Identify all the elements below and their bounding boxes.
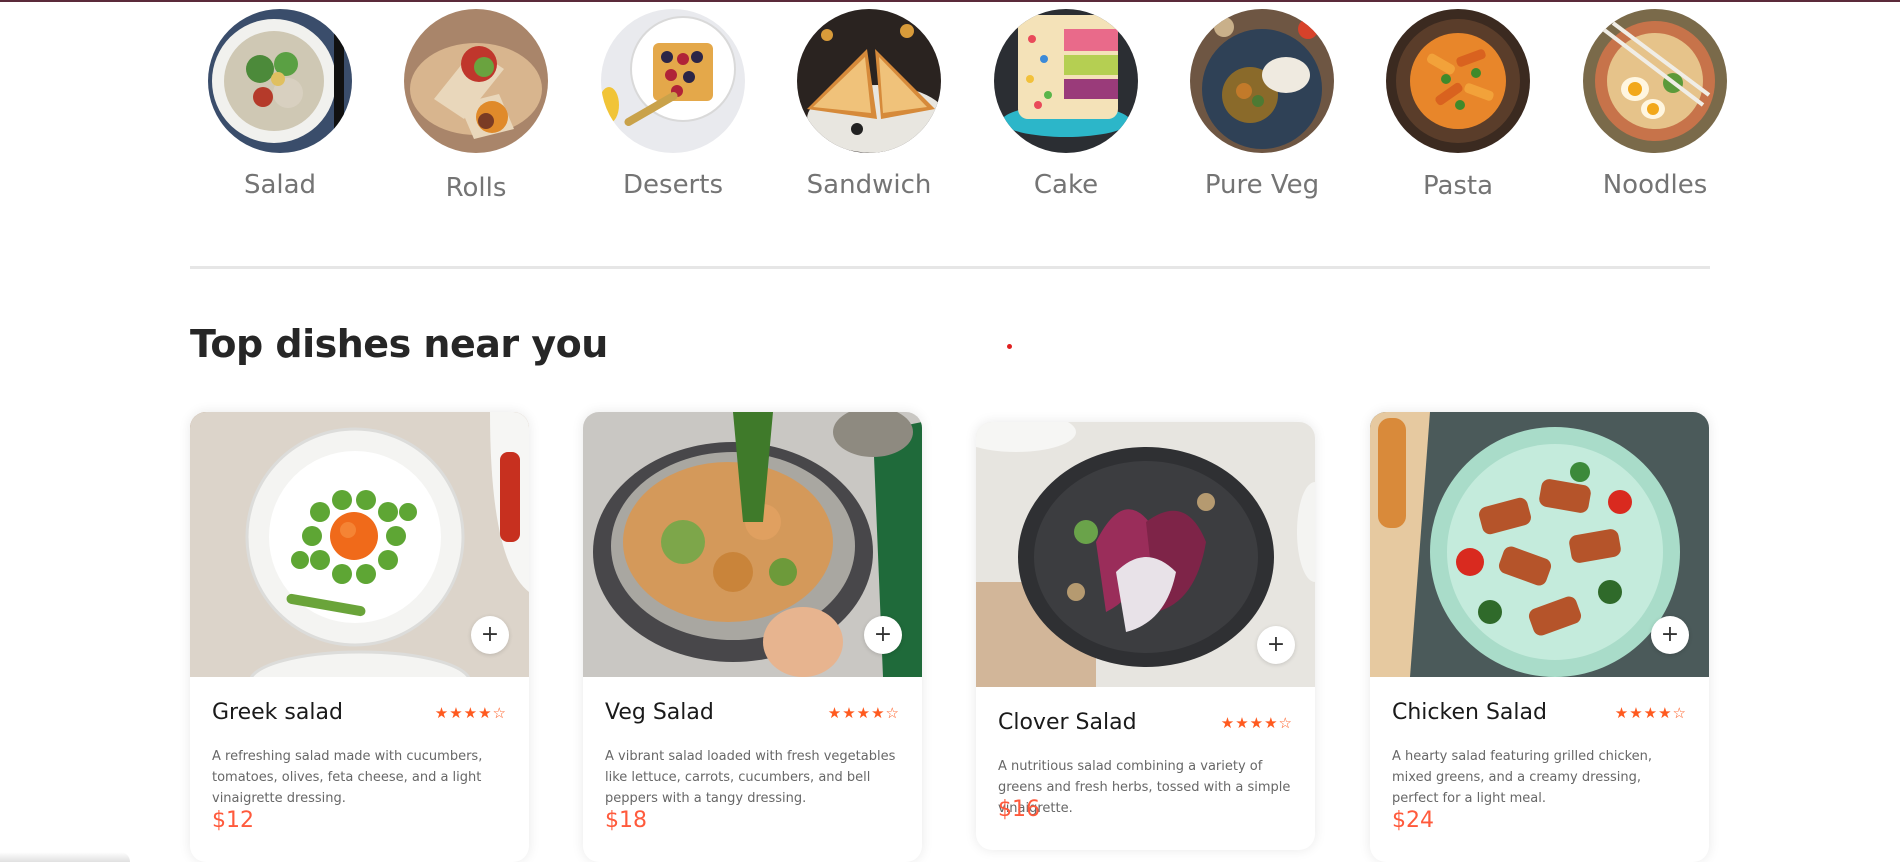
wrap-rolls-image (404, 9, 548, 153)
dish-price: $16 (998, 797, 1040, 822)
rating-stars-icon: ★★★★☆ (434, 704, 507, 722)
dish-price: $18 (605, 808, 647, 833)
dish-name: Veg Salad (605, 700, 714, 725)
salad-bowl-image (208, 9, 352, 153)
dish-card-veg-salad[interactable]: + Veg Salad ★★★★☆ A vibrant salad loaded… (583, 412, 922, 862)
dish-description: A nutritious salad combining a variety o… (998, 759, 1291, 816)
menu-item-rolls[interactable]: Rolls (386, 9, 566, 203)
explore-menu-list: Salad Rolls Deserts Sandwich Cake Pure V… (190, 9, 1727, 209)
menu-item-label: Deserts (623, 170, 723, 200)
menu-item-label: Pasta (1422, 171, 1494, 201)
veg-curry-plate-image (1190, 9, 1334, 153)
menu-item-label: Rolls (445, 173, 507, 203)
menu-item-pure-veg[interactable]: Pure Veg (1172, 9, 1352, 200)
ramen-noodles-image (1583, 9, 1727, 153)
sandwich-image (797, 9, 941, 153)
add-to-cart-button[interactable]: + (864, 616, 902, 654)
menu-item-deserts[interactable]: Deserts (583, 9, 763, 200)
menu-item-label: Noodles (1602, 170, 1708, 200)
dish-price: $12 (212, 808, 254, 833)
dish-description: A hearty salad featuring grilled chicken… (1392, 749, 1653, 806)
rating-stars-icon: ★★★★☆ (1220, 714, 1293, 732)
section-title: Top dishes near you (190, 322, 608, 366)
dish-name: Chicken Salad (1392, 700, 1547, 725)
menu-item-label: Sandwich (806, 170, 932, 200)
top-border (0, 0, 1900, 2)
menu-item-cake[interactable]: Cake (976, 9, 1156, 200)
menu-item-label: Cake (1033, 170, 1099, 200)
menu-item-label: Pure Veg (1204, 170, 1320, 200)
dish-description: A refreshing salad made with cucumbers, … (212, 749, 483, 806)
dish-card-clover-salad[interactable]: + Clover Salad ★★★★☆ A nutritious salad … (976, 422, 1315, 850)
menu-item-salad[interactable]: Salad (190, 9, 370, 200)
menu-item-pasta[interactable]: Pasta (1368, 9, 1548, 201)
add-to-cart-button[interactable]: + (471, 616, 509, 654)
rating-stars-icon: ★★★★☆ (827, 704, 900, 722)
menu-item-sandwich[interactable]: Sandwich (779, 9, 959, 200)
add-to-cart-button[interactable]: + (1257, 626, 1295, 664)
rating-stars-icon: ★★★★☆ (1614, 704, 1687, 722)
dish-description: A vibrant salad loaded with fresh vegeta… (605, 749, 896, 806)
menu-item-noodles[interactable]: Noodles (1565, 9, 1745, 200)
dish-price: $24 (1392, 808, 1434, 833)
add-to-cart-button[interactable]: + (1651, 616, 1689, 654)
penne-pasta-image (1386, 9, 1530, 153)
dish-card-greek-salad[interactable]: + Greek salad ★★★★☆ A refreshing salad m… (190, 412, 529, 862)
dish-name: Greek salad (212, 700, 343, 725)
dish-card-chicken-salad[interactable]: + Chicken Salad ★★★★☆ A hearty salad fea… (1370, 412, 1709, 862)
layer-cake-image (994, 9, 1138, 153)
dish-name: Clover Salad (998, 710, 1137, 735)
waffle-dessert-image (601, 9, 745, 153)
cursor-dot (1007, 344, 1012, 349)
floating-widget-edge (0, 852, 130, 862)
menu-item-label: Salad (243, 170, 317, 200)
section-divider (190, 266, 1710, 269)
